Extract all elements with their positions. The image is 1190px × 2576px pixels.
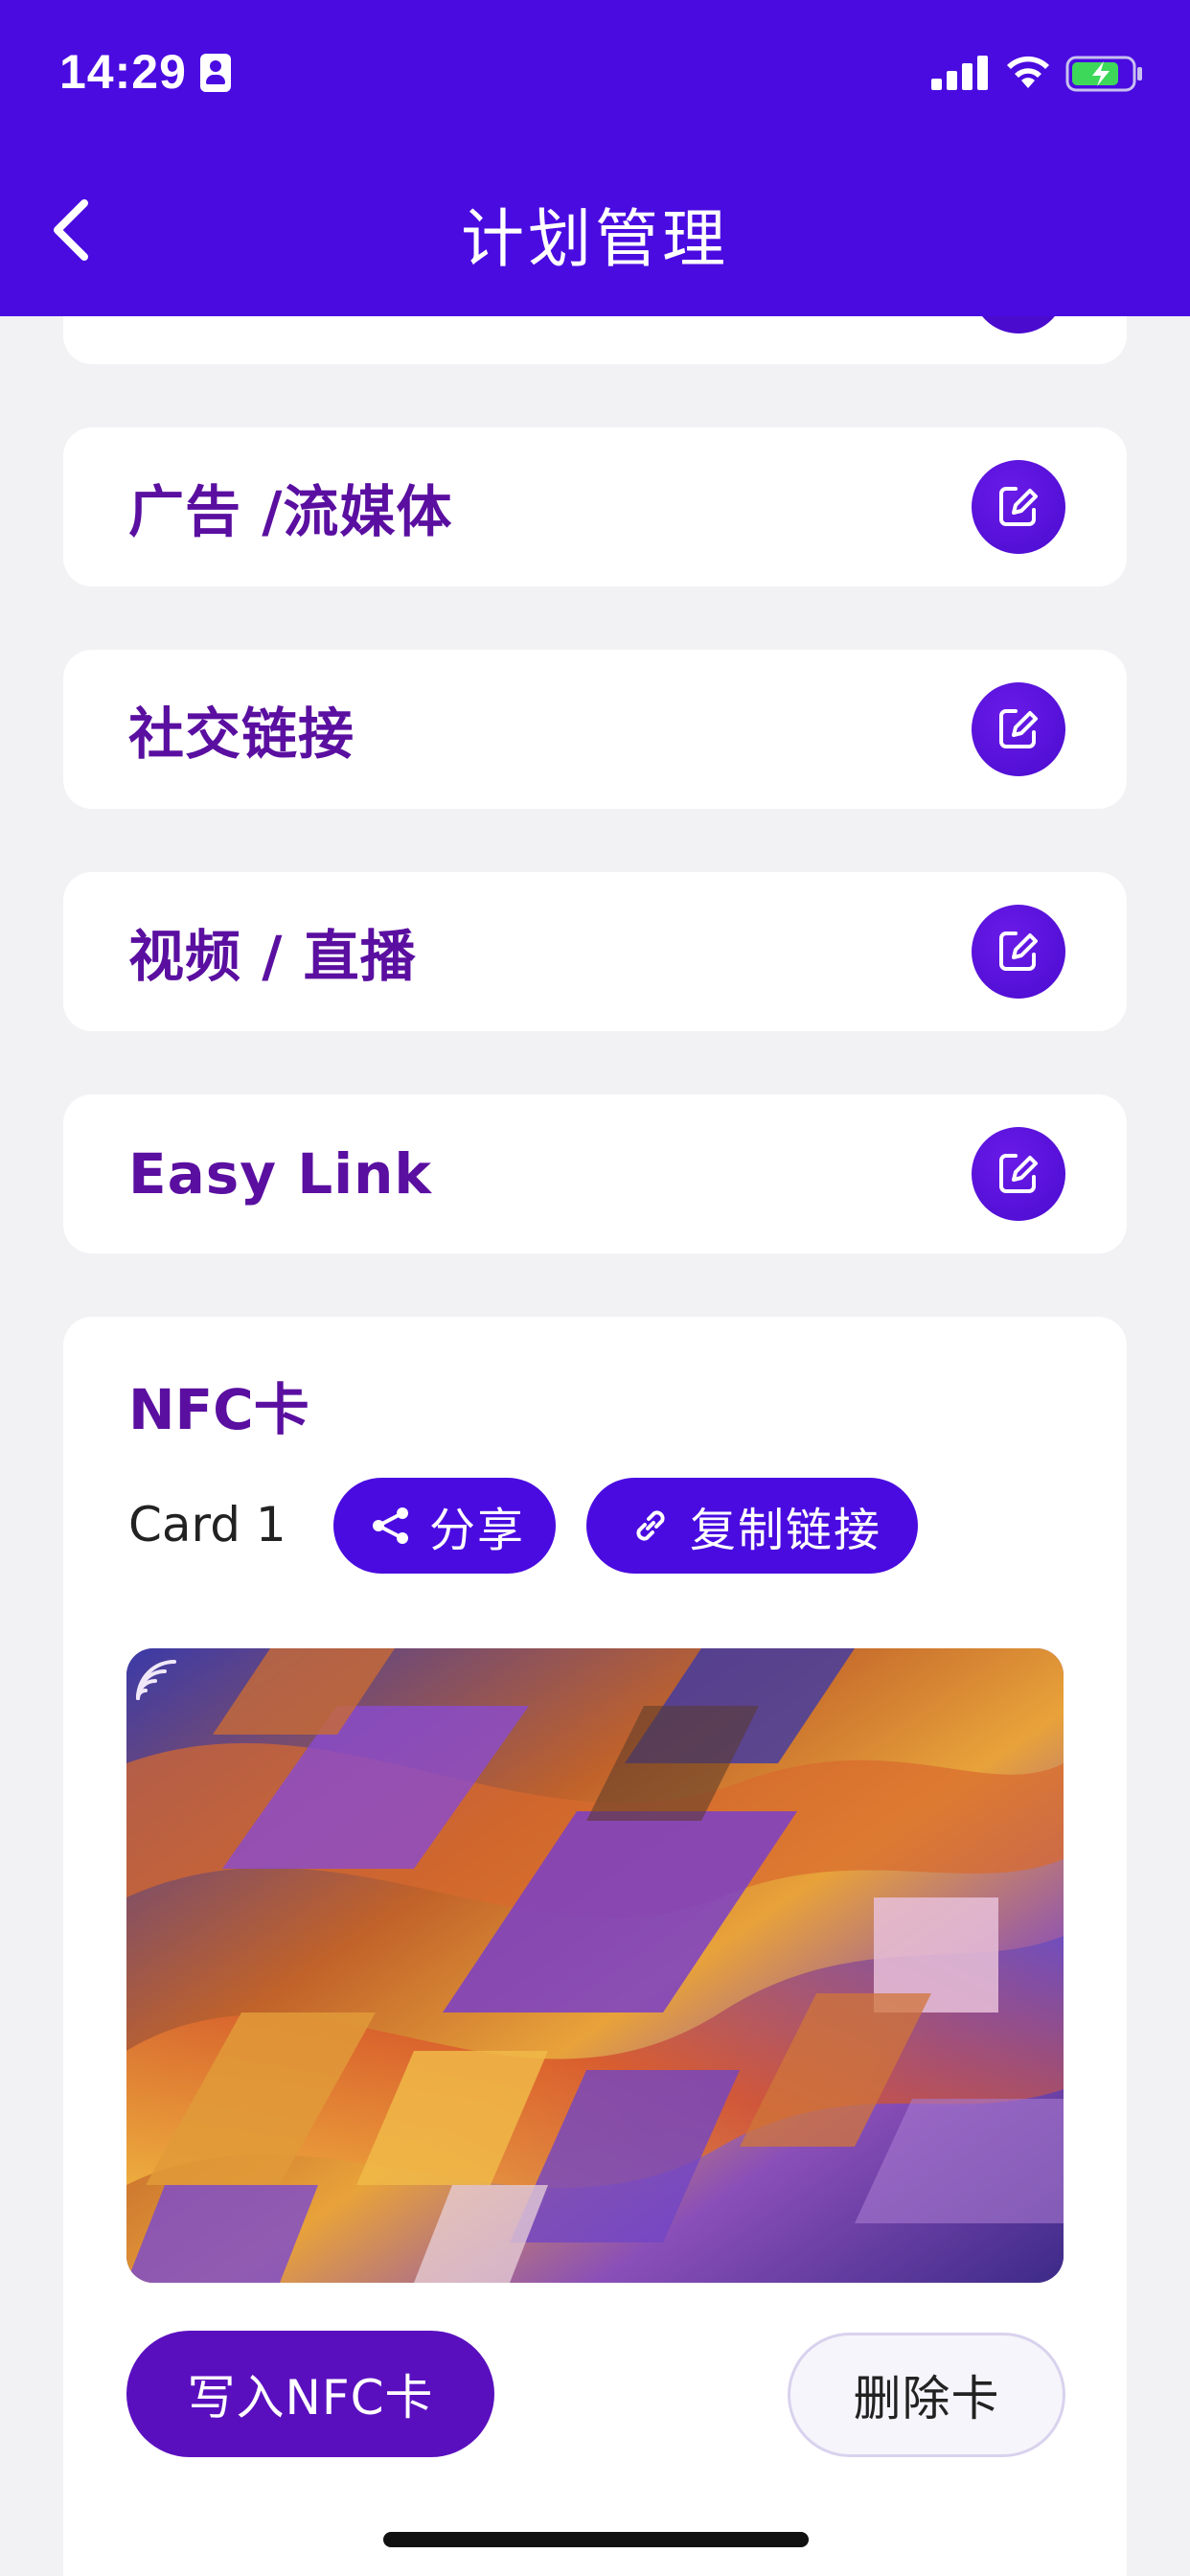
signal-icon xyxy=(931,56,989,90)
section-label-ads: 广告 /流媒体 xyxy=(128,479,453,544)
nfc-section-card: NFC卡 Card 1 分享 复制链接 写入NFC卡 删除卡 xyxy=(63,1317,1127,2576)
copy-link-label: 复制链接 xyxy=(690,1504,882,1557)
card-name: Card 1 xyxy=(128,1497,286,1552)
battery-icon xyxy=(1065,56,1142,92)
section-card-social: 社交链接 xyxy=(63,650,1127,809)
edit-icon xyxy=(999,709,1038,748)
edit-button-ads[interactable] xyxy=(972,460,1065,554)
edit-icon xyxy=(999,932,1038,971)
share-icon xyxy=(373,1507,408,1544)
copy-link-button[interactable]: 复制链接 xyxy=(586,1478,918,1574)
nfc-card-artwork xyxy=(126,1648,1064,2283)
page-title: 计划管理 xyxy=(461,202,729,276)
status-time: 14:29 xyxy=(59,45,187,99)
edit-icon xyxy=(999,1154,1038,1193)
header: 14:29 计划管理 xyxy=(0,0,1190,316)
edit-button-easylink[interactable] xyxy=(972,1127,1065,1221)
status-bar: 14:29 xyxy=(0,0,1190,144)
delete-card-button[interactable]: 删除卡 xyxy=(788,2333,1065,2457)
section-label-social: 社交链接 xyxy=(128,702,355,767)
wifi-icon xyxy=(1007,56,1049,88)
edit-button-video[interactable] xyxy=(972,905,1065,999)
edit-icon xyxy=(999,487,1038,526)
nfc-wave-icon xyxy=(136,1660,176,1700)
nfc-section-title: NFC卡 xyxy=(128,1377,309,1442)
section-label-easylink: Easy Link xyxy=(128,1141,432,1207)
write-nfc-button[interactable]: 写入NFC卡 xyxy=(126,2331,494,2457)
link-icon xyxy=(636,1510,665,1541)
section-card-ads: 广告 /流媒体 xyxy=(63,427,1127,586)
edit-button-social[interactable] xyxy=(972,682,1065,776)
nav-bar: 计划管理 xyxy=(0,172,1190,288)
section-label-video: 视频 / 直播 xyxy=(128,924,417,989)
nfc-artwork-graphic xyxy=(126,1648,1064,2283)
person-badge-icon xyxy=(200,54,231,92)
section-card-easylink: Easy Link xyxy=(63,1094,1127,1254)
home-indicator[interactable] xyxy=(383,2532,809,2547)
section-card-video: 视频 / 直播 xyxy=(63,872,1127,1031)
share-label: 分享 xyxy=(429,1504,526,1557)
share-button[interactable]: 分享 xyxy=(333,1478,556,1574)
